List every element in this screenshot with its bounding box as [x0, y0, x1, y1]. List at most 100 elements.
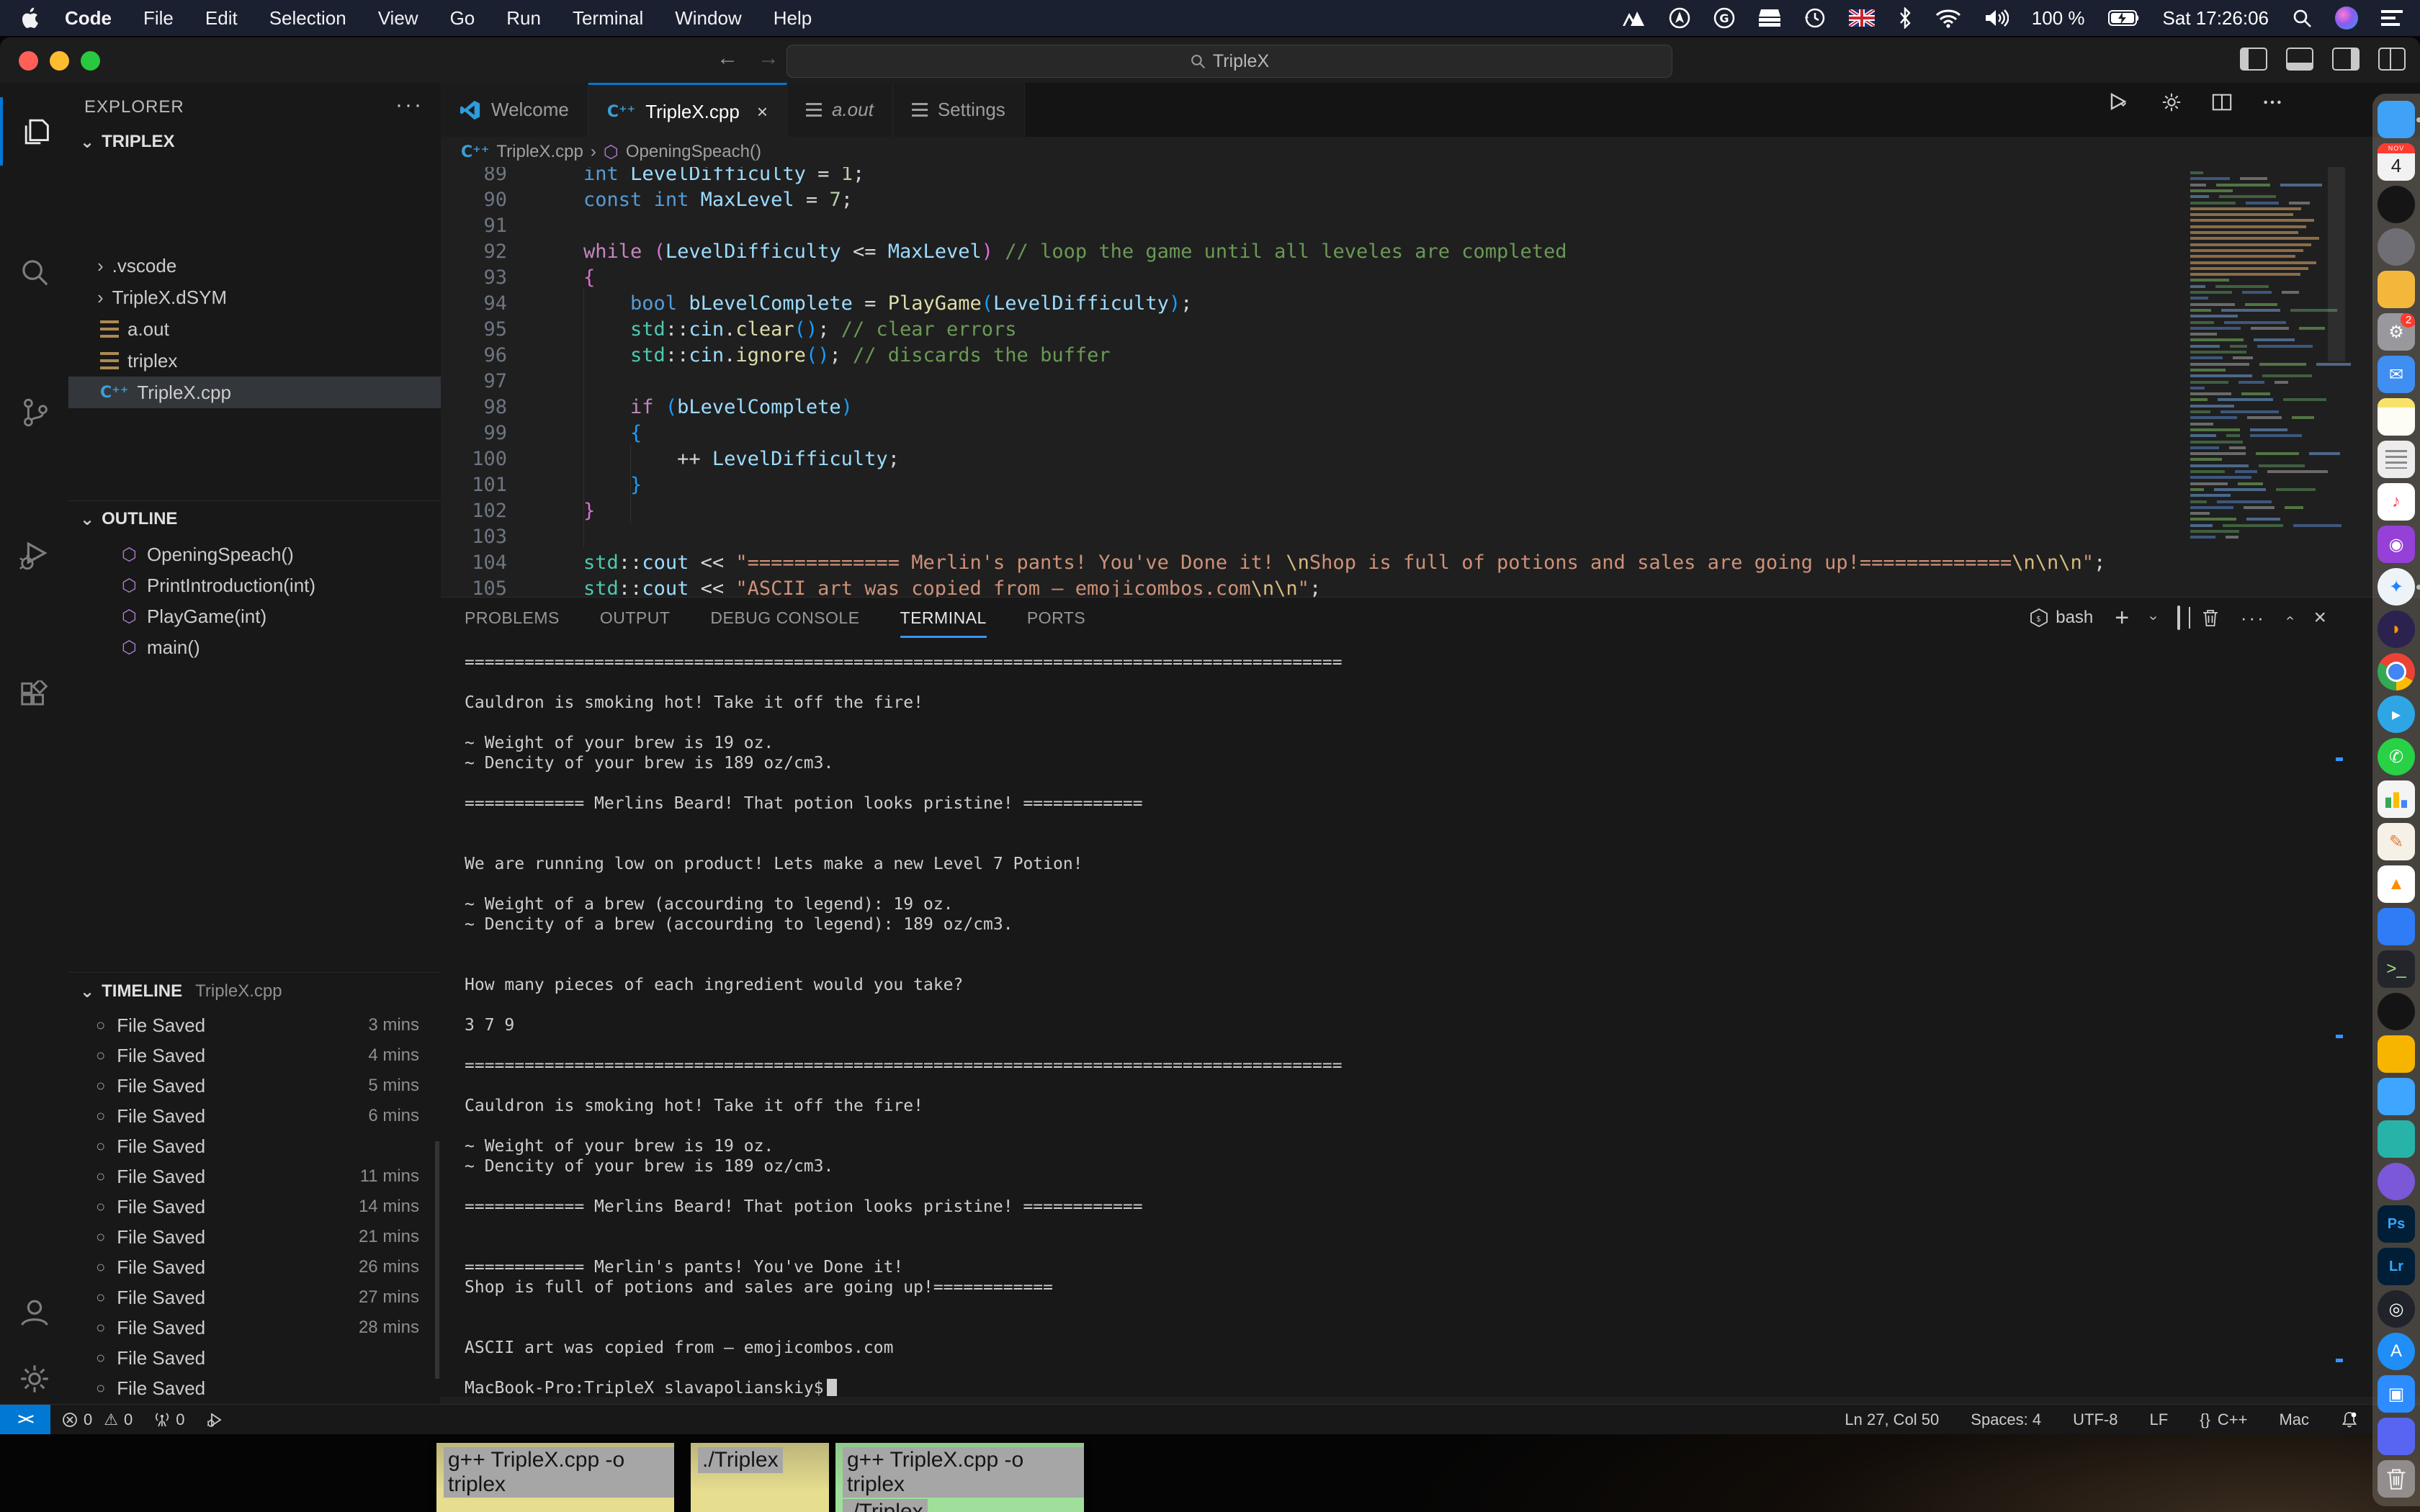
dock-iterm[interactable]: >_	[2378, 950, 2415, 988]
dock-system-preferences[interactable]: ⚙ 2	[2378, 313, 2415, 351]
status-lf[interactable]: LF	[2149, 1410, 2168, 1429]
dock-pages[interactable]: ✎	[2378, 823, 2415, 860]
apple-menu-icon[interactable]	[22, 7, 40, 29]
window-title-bar[interactable]: ← → TripleX	[0, 37, 2420, 84]
dock-safari[interactable]: ✦	[2378, 568, 2415, 606]
navigate-forward-arrow[interactable]: →	[758, 46, 779, 71]
sticky-note-3[interactable]: g++ TripleX.cpp -o triplex ./Triplex	[835, 1443, 1084, 1512]
dock-chrome[interactable]	[2378, 653, 2415, 690]
panel-tab-terminal[interactable]: TERMINAL	[900, 608, 987, 638]
status-mac[interactable]: Mac	[2279, 1410, 2309, 1429]
timeline-section-header[interactable]: ⌄ TIMELINE TripleX.cpp	[68, 976, 441, 1007]
explorer-more-actions[interactable]: ···	[395, 93, 424, 117]
activity-search[interactable]	[0, 238, 68, 306]
status-ln-27-col-50[interactable]: Ln 27, Col 50	[1845, 1410, 1939, 1429]
spotlight-search-icon[interactable]	[2292, 8, 2312, 28]
g-app-icon[interactable]: G	[1713, 7, 1735, 29]
maximize-panel-chevron-icon[interactable]: ›	[2282, 616, 2298, 621]
menu-item-terminal[interactable]: Terminal	[573, 7, 643, 30]
dock-mail[interactable]: ✉	[2378, 356, 2415, 393]
activity-source-control[interactable]	[0, 378, 68, 446]
sticky-note-2[interactable]: ./Triplex	[691, 1443, 829, 1512]
volume-icon[interactable]	[1984, 8, 2009, 28]
menu-item-edit[interactable]: Edit	[205, 7, 238, 30]
minimize-window-button[interactable]	[50, 51, 69, 71]
dock-audio-knob[interactable]	[2378, 186, 2415, 223]
menu-item-window[interactable]: Window	[675, 7, 741, 30]
status-c-[interactable]: {} C++	[2200, 1410, 2247, 1429]
activity-extensions[interactable]	[0, 662, 68, 731]
file-row-TripleX.cpp[interactable]: C⁺⁺ TripleX.cpp	[68, 377, 441, 408]
menu-item-code[interactable]: Code	[65, 7, 112, 30]
toggle-sidebar-icon[interactable]	[2240, 48, 2267, 71]
toggle-panel-icon[interactable]	[2286, 48, 2313, 71]
timeline-entry[interactable]: ○ File Saved	[68, 1343, 441, 1373]
new-terminal-plus-icon[interactable]: +	[2115, 604, 2129, 632]
activity-explorer[interactable]	[0, 97, 71, 166]
sticky-note-1[interactable]: g++ TripleX.cpp -o triplex	[436, 1443, 674, 1512]
ports-indicator[interactable]: 0	[154, 1410, 184, 1429]
dock-discord[interactable]	[2378, 1418, 2415, 1455]
dock-purple-app[interactable]	[2378, 1163, 2415, 1200]
tab-a-out[interactable]: a.out	[787, 83, 893, 137]
command-center-search[interactable]: TripleX	[786, 45, 1672, 78]
timeline-entry[interactable]: ○ File Saved 26 mins	[68, 1252, 441, 1282]
breadcrumb-file[interactable]: TripleX.cpp	[496, 142, 583, 162]
dock-whatsapp[interactable]: ✆	[2378, 738, 2415, 775]
timeline-entry[interactable]: ○ File Saved 3 mins	[68, 1010, 441, 1040]
notifications-bell-icon[interactable]	[2341, 1410, 2358, 1429]
siri-icon[interactable]	[2335, 6, 2358, 30]
uk-flag-icon[interactable]	[1848, 9, 1875, 27]
menu-item-run[interactable]: Run	[506, 7, 541, 30]
dock-photoshop[interactable]: Ps	[2378, 1205, 2415, 1243]
panel-tab-output[interactable]: OUTPUT	[600, 608, 671, 628]
timeline-entry[interactable]: ○ File Saved	[68, 1373, 441, 1403]
run-cpp-icon[interactable]	[2107, 91, 2132, 113]
terminal-prompt[interactable]: ○MacBook-Pro:TripleX slavapolianskiy$	[465, 1378, 837, 1397]
dock-appstore[interactable]: A	[2378, 1333, 2415, 1370]
menu-item-file[interactable]: File	[143, 7, 174, 30]
zoom-window-button[interactable]	[81, 51, 100, 71]
dock-firefox[interactable]: ◗	[2378, 611, 2415, 648]
dock-trash[interactable]	[2378, 1460, 2415, 1498]
dock-launchpad[interactable]	[2378, 228, 2415, 266]
dock-notes[interactable]	[2378, 398, 2415, 436]
dock-music[interactable]: ♪	[2378, 483, 2415, 521]
drive-stack-icon[interactable]	[1758, 8, 1781, 28]
control-center-icon[interactable]	[2381, 9, 2403, 27]
problems-indicator[interactable]: 0 ⚠ 0	[62, 1410, 133, 1429]
activity-manage-gear[interactable]	[0, 1344, 68, 1413]
navigate-back-arrow[interactable]: ←	[717, 46, 738, 71]
wifi-icon[interactable]	[1935, 8, 1961, 28]
file-row-triplex[interactable]: triplex	[68, 345, 441, 377]
gear-icon[interactable]	[2161, 91, 2182, 113]
dock-podcasts[interactable]: ◉	[2378, 526, 2415, 563]
editor-scrollbar[interactable]	[2328, 167, 2345, 361]
more-actions-icon[interactable]: ···	[2241, 607, 2266, 629]
panel-tab-problems[interactable]: PROBLEMS	[465, 608, 560, 628]
dock-obs[interactable]: ◎	[2378, 1290, 2415, 1328]
outline-item[interactable]: ⬡ PlayGame(int)	[68, 601, 441, 632]
menu-bar-clock[interactable]: Sat 17:26:06	[2163, 7, 2269, 30]
remote-indicator[interactable]: ><	[0, 1405, 50, 1434]
breadcrumb[interactable]: C⁺⁺ TripleX.cpp › ⬡ OpeningSpeach()	[441, 137, 2420, 167]
timeline-entry[interactable]: ○ File Saved 27 mins	[68, 1282, 441, 1313]
breadcrumb-symbol[interactable]: OpeningSpeach()	[626, 142, 761, 162]
dock-textedit[interactable]	[2378, 441, 2415, 478]
status-spaces-4[interactable]: Spaces: 4	[1971, 1410, 2041, 1429]
minimap[interactable]	[2186, 167, 2351, 549]
close-window-button[interactable]	[19, 51, 38, 71]
timeline-entry[interactable]: ○ File Saved 11 mins	[68, 1161, 441, 1192]
dock-yellow-app[interactable]	[2378, 1035, 2415, 1073]
dock-telegram[interactable]: ▸	[2378, 696, 2415, 733]
shell-dropdown-chevron-icon[interactable]: ›	[2145, 616, 2161, 621]
kill-terminal-trash-icon[interactable]	[2202, 608, 2219, 627]
close-tab-icon[interactable]: ×	[757, 101, 768, 123]
file-row-TripleX.dSYM[interactable]: › TripleX.dSYM	[68, 282, 441, 313]
bluetooth-icon[interactable]	[1898, 7, 1912, 29]
tab-triplex-cpp[interactable]: C⁺⁺ TripleX.cpp ×	[588, 83, 787, 139]
menu-item-view[interactable]: View	[378, 7, 418, 30]
dock-github[interactable]	[2378, 993, 2415, 1030]
timeline-entry[interactable]: ○ File Saved 21 mins	[68, 1222, 441, 1252]
menu-item-help[interactable]: Help	[774, 7, 812, 30]
